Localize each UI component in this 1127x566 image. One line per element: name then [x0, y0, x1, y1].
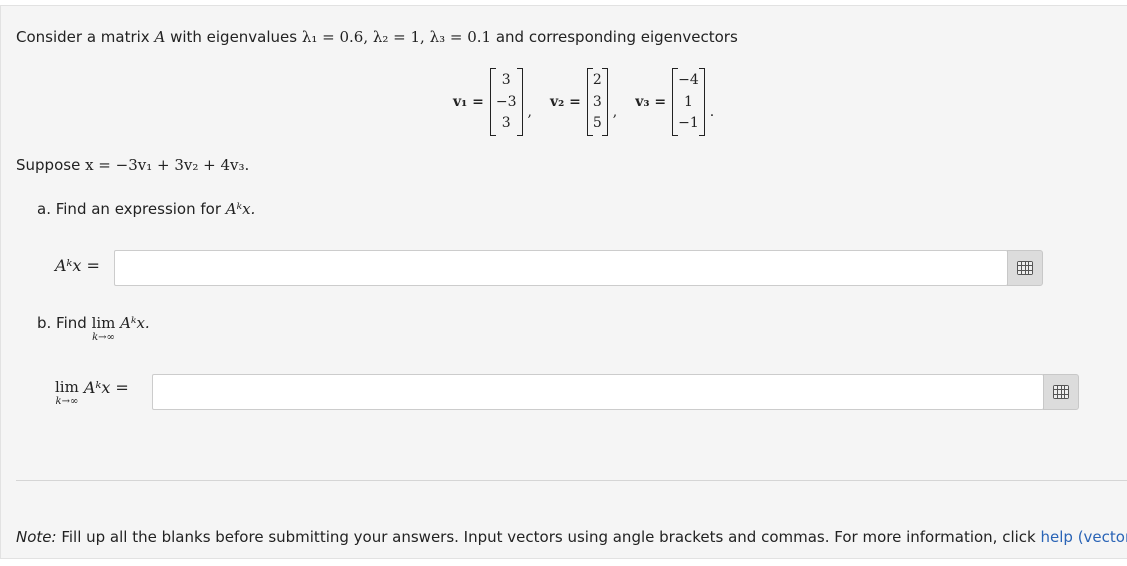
- part-b-math: Aᵏx.: [120, 314, 150, 332]
- note-label: Note:: [16, 528, 57, 546]
- v1-matrix: 3 −3 3: [489, 68, 523, 136]
- part-a-answer-input[interactable]: [114, 250, 1008, 286]
- part-a-prefix: a. Find an expression for: [37, 200, 226, 218]
- lim-text: lim: [91, 314, 116, 332]
- v2-sep: ,: [612, 104, 618, 120]
- help-vectors-link[interactable]: help (vectors): [1041, 528, 1127, 546]
- part-b-answer-math: Aᵏx =: [83, 378, 129, 397]
- answer-lim-text: lim: [55, 378, 79, 396]
- lim-subscript: k→∞: [92, 332, 115, 343]
- part-a-answer-label: Aᵏx =: [55, 256, 100, 275]
- part-b-question: b. Find lim k→∞ Aᵏx.: [37, 314, 150, 344]
- part-b-keyboard-button[interactable]: [1043, 374, 1079, 410]
- intro-text: Consider a matrix A with eigenvalues λ₁ …: [16, 28, 738, 46]
- v3-entry: 1: [683, 93, 693, 110]
- v1-sep: ,: [527, 104, 532, 120]
- question-panel: Consider a matrix A with eigenvalues λ₁ …: [0, 5, 1127, 559]
- answer-limit-operator: lim k→∞: [55, 378, 79, 408]
- v2-entry: 5: [592, 115, 602, 131]
- eigenvectors: v₁ = 3 −3 3 , v₂ = 2 3 5 , v₃ = −4 1 −1 …: [453, 66, 732, 138]
- v3-entry: −1: [678, 115, 699, 131]
- part-a-question: a. Find an expression for Aᵏx.: [37, 200, 255, 218]
- v3-sep: .: [709, 104, 715, 120]
- v2-entry: 3: [592, 93, 602, 110]
- suppose-prefix: Suppose: [16, 156, 86, 174]
- part-b-prefix: b. Find: [37, 314, 92, 332]
- v3-entry: −4: [678, 72, 699, 88]
- note-text: Note: Fill up all the blanks before subm…: [16, 528, 1127, 546]
- v1-entry: 3: [501, 115, 511, 131]
- v1-label: v₁ =: [453, 94, 484, 110]
- eigenvalues: λ₁ = 0.6, λ₂ = 1, λ₃ = 0.1: [301, 28, 492, 46]
- x-expression: x = −3v₁ + 3v₂ + 4v₃.: [85, 156, 250, 174]
- v2-matrix: 2 3 5: [586, 68, 608, 136]
- suppose-text: Suppose x = −3v₁ + 3v₂ + 4v₃.: [16, 156, 249, 174]
- note-body: Fill up all the blanks before submitting…: [56, 528, 1041, 546]
- divider: [16, 480, 1127, 481]
- v2-label: v₂ =: [549, 94, 581, 110]
- part-b-answer-label: lim k→∞ Aᵏx =: [55, 378, 129, 408]
- answer-lim-subscript: k→∞: [55, 396, 79, 407]
- part-b-answer-input[interactable]: [152, 374, 1044, 410]
- intro-middle: with eigenvalues: [165, 28, 302, 46]
- v3-label: v₃ =: [635, 94, 667, 110]
- v3-matrix: −4 1 −1: [672, 68, 705, 136]
- matrix-symbol: A: [154, 28, 166, 46]
- limit-operator: lim k→∞: [92, 314, 116, 344]
- keyboard-icon: [1053, 385, 1069, 399]
- part-a-math: Aᵏx.: [225, 200, 256, 218]
- v1-entry: −3: [495, 93, 517, 110]
- v2-entry: 2: [592, 72, 602, 88]
- intro-suffix: and corresponding eigenvectors: [491, 28, 738, 46]
- v1-entry: 3: [501, 72, 511, 88]
- part-a-keyboard-button[interactable]: [1007, 250, 1043, 286]
- intro-prefix: Consider a matrix: [16, 28, 155, 46]
- keyboard-icon: [1017, 261, 1033, 275]
